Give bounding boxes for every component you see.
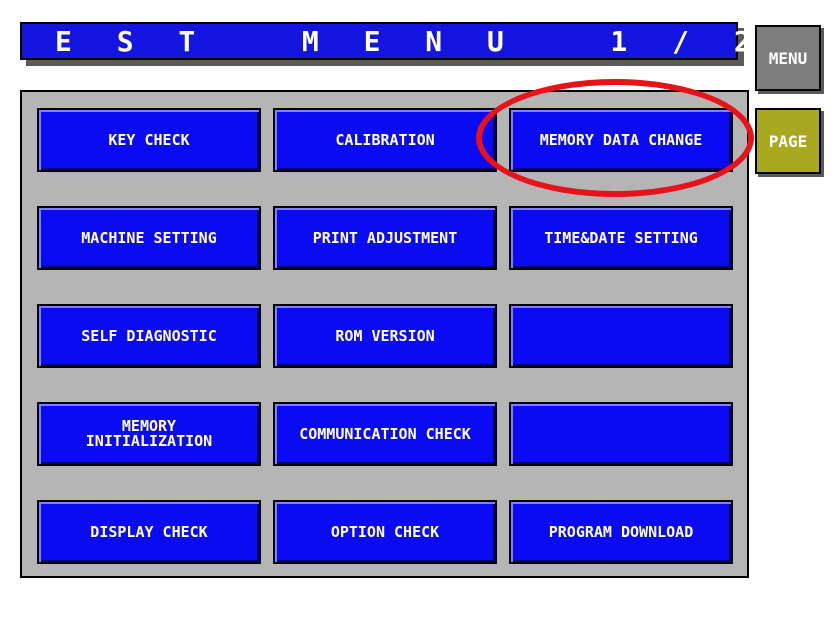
rom-version-button[interactable]: ROM VERSION (273, 304, 497, 368)
test-menu-grid: KEY CHECK CALIBRATION MEMORY DATA CHANGE… (37, 108, 733, 564)
calibration-button[interactable]: CALIBRATION (273, 108, 497, 172)
time-date-setting-button[interactable]: TIME&DATE SETTING (509, 206, 733, 270)
blank-button[interactable] (509, 304, 733, 368)
display-check-button[interactable]: DISPLAY CHECK (37, 500, 261, 564)
menu-button[interactable]: MENU (755, 25, 821, 91)
memory-data-change-button[interactable]: MEMORY DATA CHANGE (509, 108, 733, 172)
option-check-button[interactable]: OPTION CHECK (273, 500, 497, 564)
print-adjustment-button[interactable]: PRINT ADJUSTMENT (273, 206, 497, 270)
page-button[interactable]: PAGE (755, 108, 821, 174)
test-menu-panel: KEY CHECK CALIBRATION MEMORY DATA CHANGE… (20, 90, 749, 578)
blank-button[interactable] (509, 402, 733, 466)
program-download-button[interactable]: PROGRAM DOWNLOAD (509, 500, 733, 564)
machine-setting-button[interactable]: MACHINE SETTING (37, 206, 261, 270)
memory-initialization-button[interactable]: MEMORY INITIALIZATION (37, 402, 261, 466)
key-check-button[interactable]: KEY CHECK (37, 108, 261, 172)
communication-check-button[interactable]: COMMUNICATION CHECK (273, 402, 497, 466)
page-title: T E S T M E N U 1 / 2 (0, 22, 751, 60)
self-diagnostic-button[interactable]: SELF DIAGNOSTIC (37, 304, 261, 368)
